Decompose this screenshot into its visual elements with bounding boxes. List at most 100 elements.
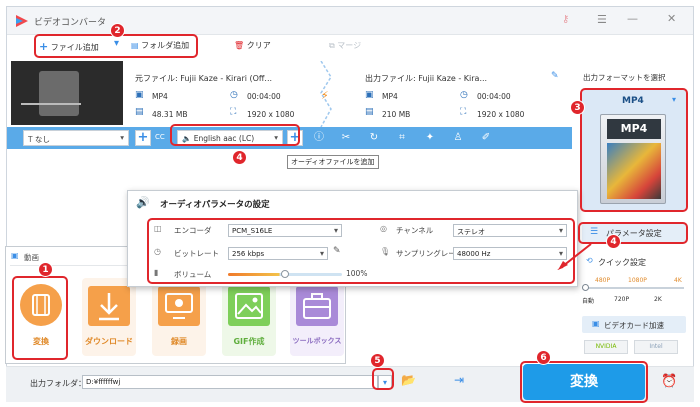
text-icon: T	[28, 135, 33, 144]
lightning-icon: ⚡	[321, 89, 329, 102]
app-title: ビデオコンバータ	[34, 18, 107, 28]
clock-icon: ◷	[230, 90, 238, 100]
tool-toolbox[interactable]: ツールボックス	[290, 278, 344, 356]
app-logo-icon	[15, 14, 29, 28]
tool-toolbox-label: ツールボックス	[292, 337, 342, 345]
format-icon-out: ▣	[365, 90, 374, 100]
video-section-icon: ▣	[11, 251, 19, 260]
merge-button[interactable]: ⧉ マージ	[329, 40, 361, 51]
highlight-convert-button	[520, 361, 648, 403]
record-tool-icon	[158, 286, 200, 326]
format-icon: ▣	[135, 90, 144, 100]
add-subtitle-button[interactable]: +	[135, 130, 151, 146]
resolution-icon: ⛶	[230, 107, 237, 117]
arrow-to-dialog	[555, 240, 595, 272]
highlight-output-format	[580, 88, 688, 212]
download-tool-icon	[88, 286, 130, 326]
badge-5: 5	[370, 353, 385, 368]
close-icon[interactable]: ✕	[667, 12, 676, 25]
clock-icon-out: ◷	[460, 90, 468, 100]
rotate-icon[interactable]: ↻	[367, 131, 381, 145]
tool-download[interactable]: ダウンロード	[82, 278, 136, 356]
source-size: 48.31 MB	[152, 110, 188, 119]
quality-slider[interactable]	[582, 284, 684, 291]
source-resolution: 1920 x 1080	[247, 110, 295, 119]
cc-icon[interactable]: CC	[155, 133, 165, 141]
size-icon: ▤	[135, 107, 144, 117]
tool-download-label: ダウンロード	[85, 337, 133, 346]
minimize-icon[interactable]: —	[627, 12, 638, 25]
highlight-audio-track	[170, 124, 300, 146]
badge-3: 3	[570, 100, 585, 115]
nvidia-badge: NVIDIA	[584, 340, 628, 354]
subtitle-value: なし	[34, 135, 50, 144]
alarm-clock-icon[interactable]: ⏰	[661, 374, 677, 389]
output-folder-label: 出力フォルダ：	[30, 379, 86, 388]
highlight-convert-tool	[12, 276, 68, 360]
output-format: MP4	[382, 92, 398, 101]
select-format-label: 出力フォーマットを選択	[583, 73, 666, 82]
output-file-name: 出力ファイル: Fujii Kaze - Kira...	[365, 74, 488, 83]
menu-icon[interactable]: ☰	[597, 13, 607, 26]
output-resolution: 1920 x 1080	[477, 110, 525, 119]
tool-record[interactable]: 録画	[152, 278, 206, 356]
chevron-down-icon: ▾	[120, 133, 124, 142]
quality-2k: 2K	[654, 296, 662, 303]
output-folder-value: D:¥ffffffwj	[86, 378, 121, 386]
dialog-title: オーディオパラメータの設定	[160, 200, 270, 210]
badge-4-params: 4	[606, 234, 621, 249]
effect-icon[interactable]: ✦	[423, 131, 437, 145]
intel-label: Intel	[649, 343, 663, 350]
tools-header: 動画	[24, 253, 39, 262]
add-audio-tooltip: オーディオファイルを追加	[287, 155, 379, 169]
edit-icon[interactable]: ✎	[551, 71, 559, 81]
quality-slider-knob[interactable]	[582, 284, 589, 291]
clear-button[interactable]: 🗑 クリア	[234, 40, 271, 51]
merge-icon: ⧉	[329, 41, 335, 50]
cut-icon[interactable]: ✂	[339, 131, 353, 145]
output-size: 210 MB	[382, 110, 411, 119]
gpu-accel-button[interactable]: ▣ ビデオカード加速	[582, 316, 686, 333]
toolbox-tool-icon	[296, 286, 338, 326]
subtitle-select[interactable]: T なし ▾	[23, 130, 129, 146]
badge-6: 6	[536, 350, 551, 365]
crop-icon[interactable]: ⌗	[395, 131, 409, 145]
tool-gif-label: GIF作成	[233, 337, 265, 346]
quality-1080p: 1080P	[628, 277, 647, 284]
tooltip-text: オーディオファイルを追加	[291, 158, 375, 166]
info-icon[interactable]: ⓘ	[312, 131, 326, 145]
highlight-folder-dropdown	[372, 368, 394, 390]
quality-720p: 720P	[614, 296, 630, 303]
gif-tool-icon	[228, 286, 270, 326]
quality-4k: 4K	[674, 277, 682, 284]
speaker-settings-icon: 🔊	[136, 196, 150, 209]
trash-icon: 🗑	[234, 41, 245, 50]
gpu-accel-label: ビデオカード加速	[604, 321, 664, 330]
resolution-icon-out: ⛶	[460, 107, 467, 117]
merge-label: マージ	[337, 41, 362, 50]
watermark-icon[interactable]: ♙	[451, 131, 465, 145]
nvidia-label: NVIDIA	[595, 343, 617, 350]
gpu-icon: ▣	[592, 319, 600, 328]
badge-4-audio: 4	[232, 150, 247, 165]
tool-gif[interactable]: GIF作成	[222, 278, 276, 356]
export-folder-icon[interactable]: ⇥	[454, 373, 464, 387]
quality-480p: 480P	[595, 277, 611, 284]
highlight-dialog-params	[147, 218, 575, 284]
key-icon[interactable]: ⚷	[562, 14, 569, 25]
open-folder-icon[interactable]: 📂	[401, 373, 416, 387]
video-thumbnail	[11, 61, 123, 125]
clear-label: クリア	[246, 41, 271, 50]
file-item[interactable]: 元ファイル: Fujii Kaze - Kirari (Off... ▣ MP4…	[7, 59, 572, 128]
badge-1: 1	[38, 262, 53, 277]
output-folder-input[interactable]: D:¥ffffffwj	[82, 375, 378, 389]
quality-auto: 自動	[582, 298, 595, 305]
badge-2: 2	[110, 23, 125, 38]
source-format: MP4	[152, 92, 168, 101]
quick-settings-label: クイック設定	[598, 258, 646, 267]
source-file-name: 元ファイル: Fujii Kaze - Kirari (Off...	[135, 74, 273, 83]
output-duration: 00:04:00	[477, 92, 511, 101]
brush-icon[interactable]: ✐	[479, 131, 493, 145]
tool-record-label: 録画	[171, 337, 187, 346]
intel-badge: Intel	[634, 340, 678, 354]
